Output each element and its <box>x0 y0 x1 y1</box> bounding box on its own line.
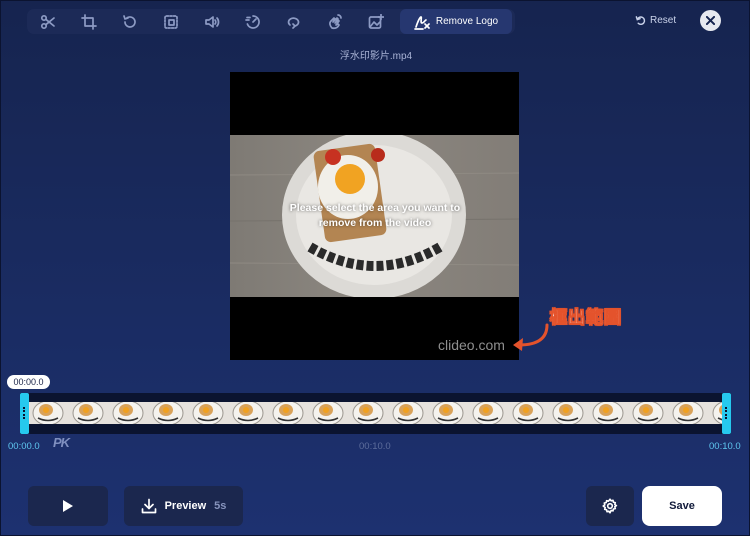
animation-tool-button[interactable] <box>314 9 355 34</box>
filmstrip-frame <box>352 402 384 424</box>
pk-logo: PK <box>53 435 70 450</box>
image-tool-button[interactable] <box>355 9 396 34</box>
filmstrip-frame <box>632 402 664 424</box>
edit-toolbar: Remove Logo <box>27 9 515 34</box>
filmstrip-frame <box>232 402 264 424</box>
close-button[interactable] <box>700 10 721 31</box>
volume-icon <box>204 15 219 28</box>
speed-icon <box>244 14 260 29</box>
remove-logo-tool-button[interactable]: Remove Logo <box>400 9 512 34</box>
current-time-indicator: 00:00.0 <box>7 375 50 389</box>
crop-icon <box>80 13 97 30</box>
filmstrip-frame <box>192 402 224 424</box>
play-icon <box>63 500 73 512</box>
filmstrip-frame <box>32 402 64 424</box>
hand-wave-icon <box>328 13 342 29</box>
reset-button[interactable]: Reset <box>635 13 676 28</box>
timeline-end-time: 00:10.0 <box>709 441 741 452</box>
filmstrip-frame <box>432 402 464 424</box>
reset-icon <box>635 16 646 26</box>
remove-logo-icon <box>414 15 430 30</box>
resize-icon <box>163 14 178 29</box>
play-button[interactable] <box>28 486 108 526</box>
trim-start-handle[interactable] <box>20 393 29 434</box>
filmstrip-frame <box>472 402 504 424</box>
filmstrip-frame <box>552 402 584 424</box>
preview-label: Preview <box>164 500 207 512</box>
rotate-tool-button[interactable] <box>109 9 150 34</box>
trim-end-handle[interactable] <box>722 393 731 434</box>
loop-tool-button[interactable] <box>273 9 314 34</box>
video-frame[interactable]: Please select the area you want to remov… <box>230 135 519 297</box>
filmstrip-frame <box>512 402 544 424</box>
gear-icon <box>602 498 618 514</box>
settings-button[interactable] <box>586 486 634 526</box>
close-icon <box>706 16 715 25</box>
timeline-track[interactable] <box>20 393 731 434</box>
preview-duration: 5s <box>214 500 227 512</box>
scissors-icon <box>40 14 55 29</box>
filmstrip-frame <box>672 402 704 424</box>
resize-tool-button[interactable] <box>150 9 191 34</box>
select-area-instruction: Please select the area you want to remov… <box>289 202 461 229</box>
timeline-start-time: 00:00.0 <box>8 441 40 452</box>
annotation-arrow-icon <box>513 323 549 351</box>
rotate-icon <box>122 14 136 28</box>
speed-tool-button[interactable] <box>232 9 273 34</box>
filmstrip-frame <box>592 402 624 424</box>
filmstrip-thumbnails <box>32 402 723 424</box>
filmstrip-frame <box>72 402 104 424</box>
loop-icon <box>287 16 299 29</box>
filmstrip-frame <box>312 402 344 424</box>
cut-tool-button[interactable] <box>27 9 68 34</box>
video-preview[interactable]: Please select the area you want to remov… <box>230 72 519 360</box>
watermark-text: clideo.com <box>438 337 505 353</box>
filmstrip-frame <box>112 402 144 424</box>
filmstrip-frame <box>272 402 304 424</box>
crop-tool-button[interactable] <box>68 9 109 34</box>
filmstrip-frame <box>152 402 184 424</box>
timeline-mid-time: 00:10.0 <box>359 441 391 452</box>
download-icon <box>141 498 156 514</box>
image-add-icon <box>368 13 384 29</box>
reset-label: Reset <box>650 15 677 26</box>
filmstrip-frame <box>392 402 424 424</box>
annotation-label: 框出範圍 <box>550 308 622 328</box>
save-button[interactable]: Save <box>642 486 722 526</box>
remove-logo-label: Remove Logo <box>435 16 499 27</box>
preview-button[interactable]: Preview 5s <box>124 486 243 526</box>
file-name: 浮水印影片.mp4 <box>339 51 413 62</box>
volume-tool-button[interactable] <box>191 9 232 34</box>
filmstrip[interactable] <box>28 402 723 424</box>
